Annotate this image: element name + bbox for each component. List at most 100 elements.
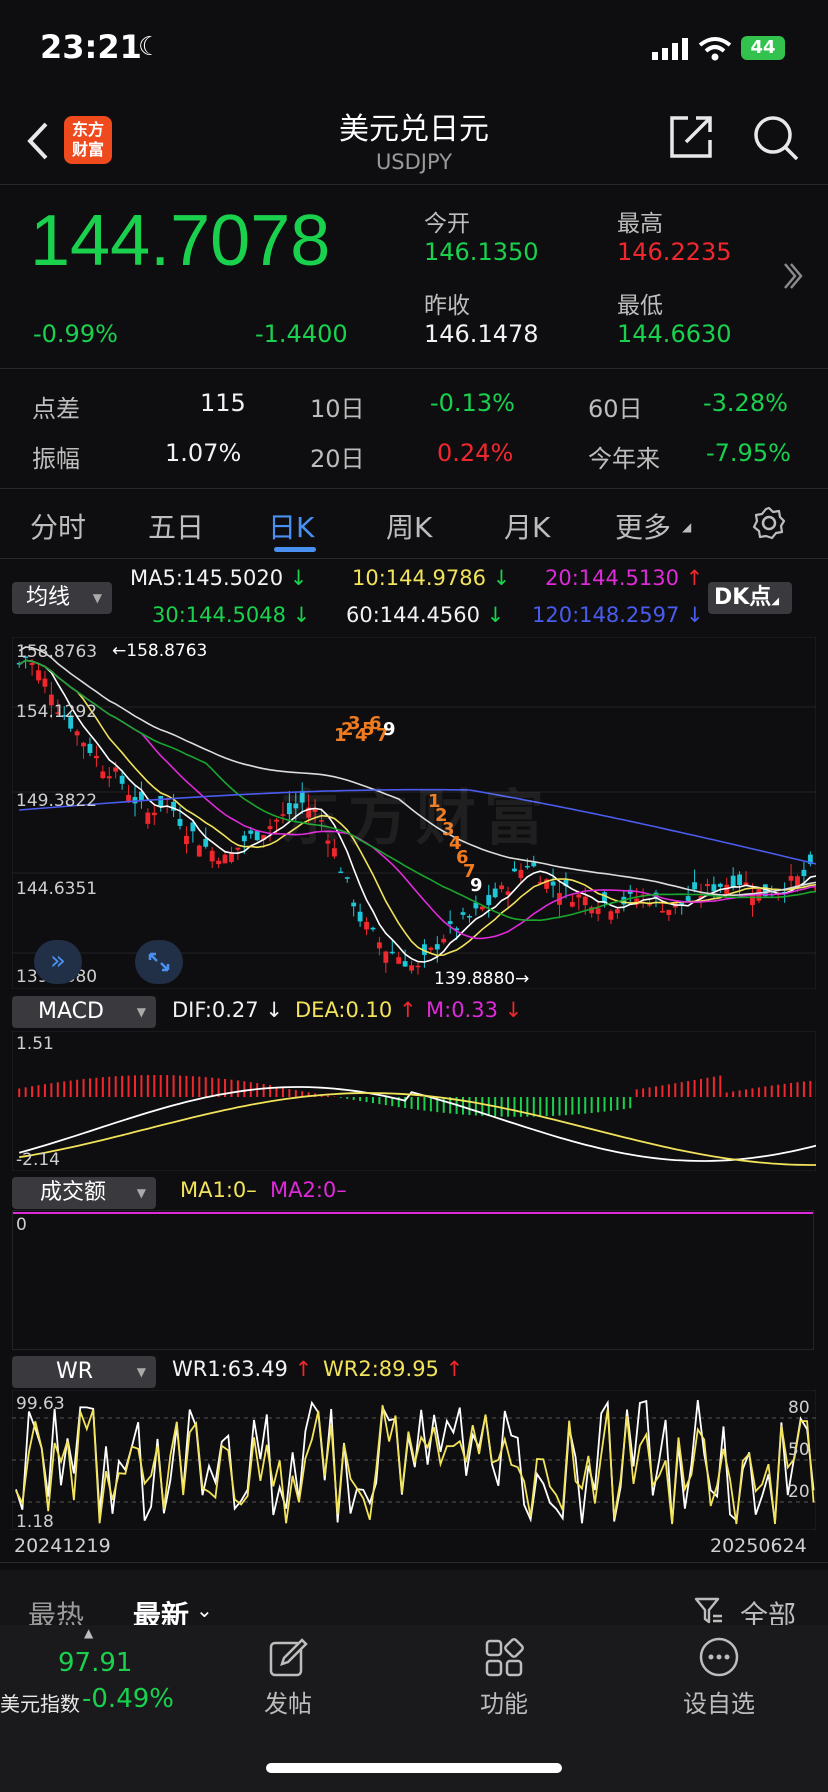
candle-body [338, 871, 344, 874]
search-icon[interactable] [752, 114, 800, 162]
stat-label-amplitude: 振幅 [32, 445, 80, 473]
expand-up-icon[interactable]: ▲ [84, 1626, 93, 1640]
ma5-value: MA5:145.5020 ↓ [130, 566, 308, 590]
functions-icon[interactable] [484, 1638, 524, 1678]
candle-body [389, 951, 395, 954]
chevron-right-icon[interactable] [782, 260, 804, 292]
tab-weekly-k[interactable]: 周K [386, 506, 432, 546]
volume-ma1: MA1:0– [180, 1178, 257, 1202]
index-name[interactable]: 美元指数 [0, 1688, 80, 1717]
stat-value-10d: -0.13% [430, 389, 515, 417]
candle-body [151, 812, 157, 816]
expand-left-button[interactable]: » [34, 940, 82, 984]
dropdown-caret-icon: ▼ [92, 591, 102, 605]
nav-post[interactable]: 发帖 [228, 1684, 348, 1719]
fullscreen-icon [148, 952, 170, 972]
candle-body [685, 896, 691, 901]
nav-watchlist[interactable]: 设自选 [659, 1684, 779, 1719]
settings-gear-icon[interactable] [752, 506, 786, 540]
td-marker-bottom: 9 [470, 875, 483, 896]
candle-body [666, 909, 672, 915]
ma-selector-label: 均线 [26, 585, 71, 610]
candle-body [106, 776, 112, 779]
fullscreen-button[interactable] [135, 940, 183, 984]
candle-body [126, 794, 131, 802]
candle-body [428, 947, 434, 950]
dk-point-button[interactable]: DK点◢ [708, 582, 792, 614]
candle-body [376, 942, 382, 949]
tab-intraday[interactable]: 分时 [30, 506, 86, 546]
wr-chart [12, 1390, 816, 1530]
candle-body [730, 875, 736, 888]
wr2-value: WR2:89.95 ↑ [323, 1357, 464, 1381]
ma30-value: 30:144.5048 ↓ [152, 603, 311, 627]
candle-body [241, 835, 247, 842]
candle-body [396, 957, 402, 964]
more-caret-icon: ◢ [682, 520, 692, 534]
post-icon[interactable] [268, 1638, 308, 1678]
candle-body [158, 795, 164, 807]
td-marker-top: 9 [383, 719, 396, 740]
macd-selector-label: MACD [38, 999, 104, 1024]
volume-selector[interactable]: 成交额 ▼ [12, 1177, 156, 1209]
wr-selector[interactable]: WR ▼ [12, 1356, 156, 1388]
open-value: 146.1350 [424, 238, 539, 266]
volume-y-label: 0 [16, 1215, 27, 1235]
kline-y-label-3: 149.3822 [16, 791, 98, 811]
tab-5day[interactable]: 五日 [148, 506, 204, 546]
date-end: 20250624 [710, 1535, 807, 1557]
candle-body [447, 921, 453, 924]
kline-y-label-1: 158.8763 [16, 642, 98, 662]
candle-body [499, 885, 505, 890]
filter-icon[interactable] [694, 1596, 724, 1626]
stat-value-20d: 0.24% [437, 439, 514, 467]
candle-body [235, 847, 241, 850]
candle-body [364, 921, 369, 930]
ma-selector[interactable]: 均线 ▼ [12, 582, 112, 614]
dk-caret-icon: ◢ [771, 596, 780, 607]
dropdown-caret-icon: ▼ [136, 1005, 146, 1019]
wr-right-label-80: 80 [788, 1398, 810, 1418]
candle-body [486, 895, 492, 906]
candle-body [36, 670, 41, 681]
stat-value-spread: 115 [200, 389, 246, 417]
candle-body [132, 797, 138, 804]
share-icon[interactable] [668, 114, 714, 160]
macd-selector[interactable]: MACD ▼ [12, 996, 156, 1028]
watchlist-icon[interactable] [698, 1636, 740, 1678]
candle-body [74, 731, 80, 736]
candle-body [550, 881, 556, 886]
candle-body [415, 965, 421, 968]
macd-y-bottom: -2.14 [16, 1150, 60, 1170]
high-label: 最高 [617, 211, 663, 237]
volume-chart-area [12, 1210, 814, 1350]
macd-m: M:0.33 ↓ [426, 998, 523, 1022]
candle-body [357, 911, 363, 922]
candle-body [274, 819, 279, 822]
date-start: 20241219 [14, 1535, 111, 1557]
nav-functions[interactable]: 功能 [444, 1684, 564, 1719]
candle-body [100, 771, 106, 779]
macd-frame [12, 1031, 816, 1171]
ma10-value: 10:144.9786 ↓ [352, 566, 511, 590]
tab-more[interactable]: 更多 [615, 506, 671, 546]
candle-body [717, 883, 723, 887]
home-indicator [266, 1763, 562, 1773]
dropdown-caret-icon: ▼ [136, 1365, 146, 1379]
tab-monthly-k[interactable]: 月K [504, 506, 550, 546]
signal-icon [652, 38, 688, 60]
candle-body [344, 877, 350, 879]
volume-ma-line [13, 1212, 813, 1214]
change-pct: -0.99% [33, 320, 118, 348]
candle-body [569, 902, 575, 907]
index-change[interactable]: -0.49% [82, 1684, 174, 1714]
candle-body [595, 908, 601, 915]
candle-body [216, 860, 222, 865]
candle-body [29, 662, 35, 666]
tab-daily-k[interactable]: 日K [268, 506, 314, 546]
status-time: 23:21 [40, 28, 142, 66]
index-value[interactable]: 97.91 [58, 1648, 132, 1678]
candle-body [608, 911, 614, 920]
dk-point-label: DK点 [714, 585, 772, 610]
wr1-value: WR1:63.49 ↑ [172, 1357, 313, 1381]
